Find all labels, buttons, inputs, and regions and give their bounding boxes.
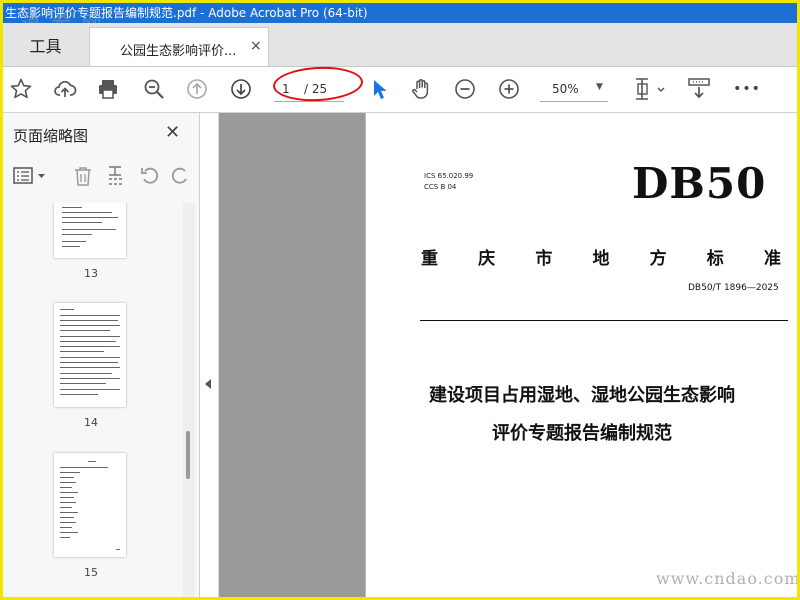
collapse-arrow-icon bbox=[205, 379, 211, 389]
standard-number: DB50/T 1896—2025 bbox=[688, 283, 779, 293]
standard-char: 准 bbox=[763, 249, 781, 269]
zoom-plus-icon[interactable] bbox=[495, 75, 523, 103]
thumbnail-panel: 页面缩略图 ✕ 13 14 15 bbox=[3, 113, 200, 597]
document-page: ICS 65.020.99 CCS B 04 DB50 重 庆 市 地 方 标 … bbox=[365, 113, 800, 597]
thumbnail-label-13: 13 bbox=[84, 267, 98, 280]
thumbnail-label-14: 14 bbox=[84, 416, 98, 429]
document-background bbox=[219, 113, 365, 597]
more-icon[interactable]: ••• bbox=[733, 75, 761, 103]
tab-document[interactable]: 公园生态影响评价... × bbox=[89, 27, 269, 66]
ics-block: ICS 65.020.99 CCS B 04 bbox=[424, 171, 473, 193]
document-title-line1: 建设项目占用湿地、湿地公园生态影响 bbox=[429, 385, 735, 406]
close-panel-icon[interactable]: ✕ bbox=[165, 122, 180, 143]
upload-cloud-icon[interactable] bbox=[51, 75, 79, 103]
rotate-right-icon[interactable] bbox=[169, 165, 191, 191]
header-rule bbox=[420, 320, 788, 321]
standard-char: 标 bbox=[706, 249, 724, 269]
document-title-line2: 评价专题报告编制规范 bbox=[492, 423, 672, 444]
print-icon[interactable] bbox=[94, 75, 122, 103]
panel-title: 页面缩略图 bbox=[13, 127, 89, 145]
hand-icon[interactable] bbox=[407, 75, 435, 103]
next-page-icon[interactable] bbox=[227, 75, 255, 103]
ccs-code: CCS B 04 bbox=[424, 183, 457, 191]
thumbnail-page-15[interactable] bbox=[54, 453, 126, 557]
standard-char: 地 bbox=[592, 249, 610, 269]
thumbnail-list: 13 14 15 bbox=[3, 203, 183, 597]
window-title: 生态影响评价专题报告编制规范.pdf - Adobe Acrobat Pro (… bbox=[5, 6, 368, 20]
zoom-underline bbox=[540, 101, 608, 102]
tab-document-label: 公园生态影响评价... bbox=[120, 44, 237, 59]
watermark-bottom: www.cndao.com bbox=[656, 569, 800, 588]
zoom-out-magnifier-icon[interactable] bbox=[140, 75, 168, 103]
chevron-down-icon: ▼ bbox=[596, 82, 603, 92]
standard-char: 重 bbox=[421, 249, 438, 269]
thumbnail-page-14[interactable] bbox=[54, 303, 126, 407]
app-window: 生态影响评价专题报告编制规范.pdf - Adobe Acrobat Pro (… bbox=[0, 0, 800, 600]
fit-page-icon[interactable] bbox=[631, 75, 667, 103]
title-bar: 生态影响评价专题报告编制规范.pdf - Adobe Acrobat Pro (… bbox=[3, 3, 797, 23]
zoom-dropdown[interactable]: 50% ▼ bbox=[540, 78, 610, 102]
zoom-minus-icon[interactable] bbox=[451, 75, 479, 103]
star-icon[interactable] bbox=[7, 75, 35, 103]
standard-badge: DB50 bbox=[632, 159, 767, 208]
zoom-value: 50% bbox=[552, 82, 579, 96]
extract-page-icon[interactable] bbox=[107, 164, 129, 192]
main-toolbar: 1 / 25 50% ▼ ••• bbox=[3, 67, 797, 113]
ics-code: ICS 65.020.99 bbox=[424, 172, 474, 180]
standard-type: 重 庆 市 地 方 标 准 bbox=[421, 244, 781, 269]
rotate-left-icon[interactable] bbox=[139, 165, 161, 191]
select-cursor-icon[interactable] bbox=[365, 75, 393, 103]
close-tab-icon[interactable]: × bbox=[250, 38, 262, 54]
thumbnail-label-15: 15 bbox=[84, 566, 98, 579]
tab-bar: 工具 公园生态影响评价... × bbox=[3, 23, 797, 67]
standard-char: 方 bbox=[649, 249, 667, 269]
panel-collapse-handle[interactable] bbox=[200, 113, 219, 597]
thumbnail-scrollbar[interactable] bbox=[183, 203, 195, 597]
standard-char: 市 bbox=[535, 249, 553, 269]
tab-tools[interactable]: 工具 bbox=[3, 23, 88, 66]
thumbnail-toolbar bbox=[3, 161, 199, 191]
thumbnail-page-13[interactable] bbox=[54, 203, 126, 258]
delete-page-icon[interactable] bbox=[71, 164, 95, 192]
scrollbar-thumb[interactable] bbox=[186, 431, 190, 479]
thumbnail-options-icon[interactable] bbox=[13, 165, 47, 191]
scroll-mode-icon[interactable] bbox=[685, 75, 713, 103]
standard-char: 庆 bbox=[478, 249, 496, 269]
prev-page-icon[interactable] bbox=[183, 75, 211, 103]
